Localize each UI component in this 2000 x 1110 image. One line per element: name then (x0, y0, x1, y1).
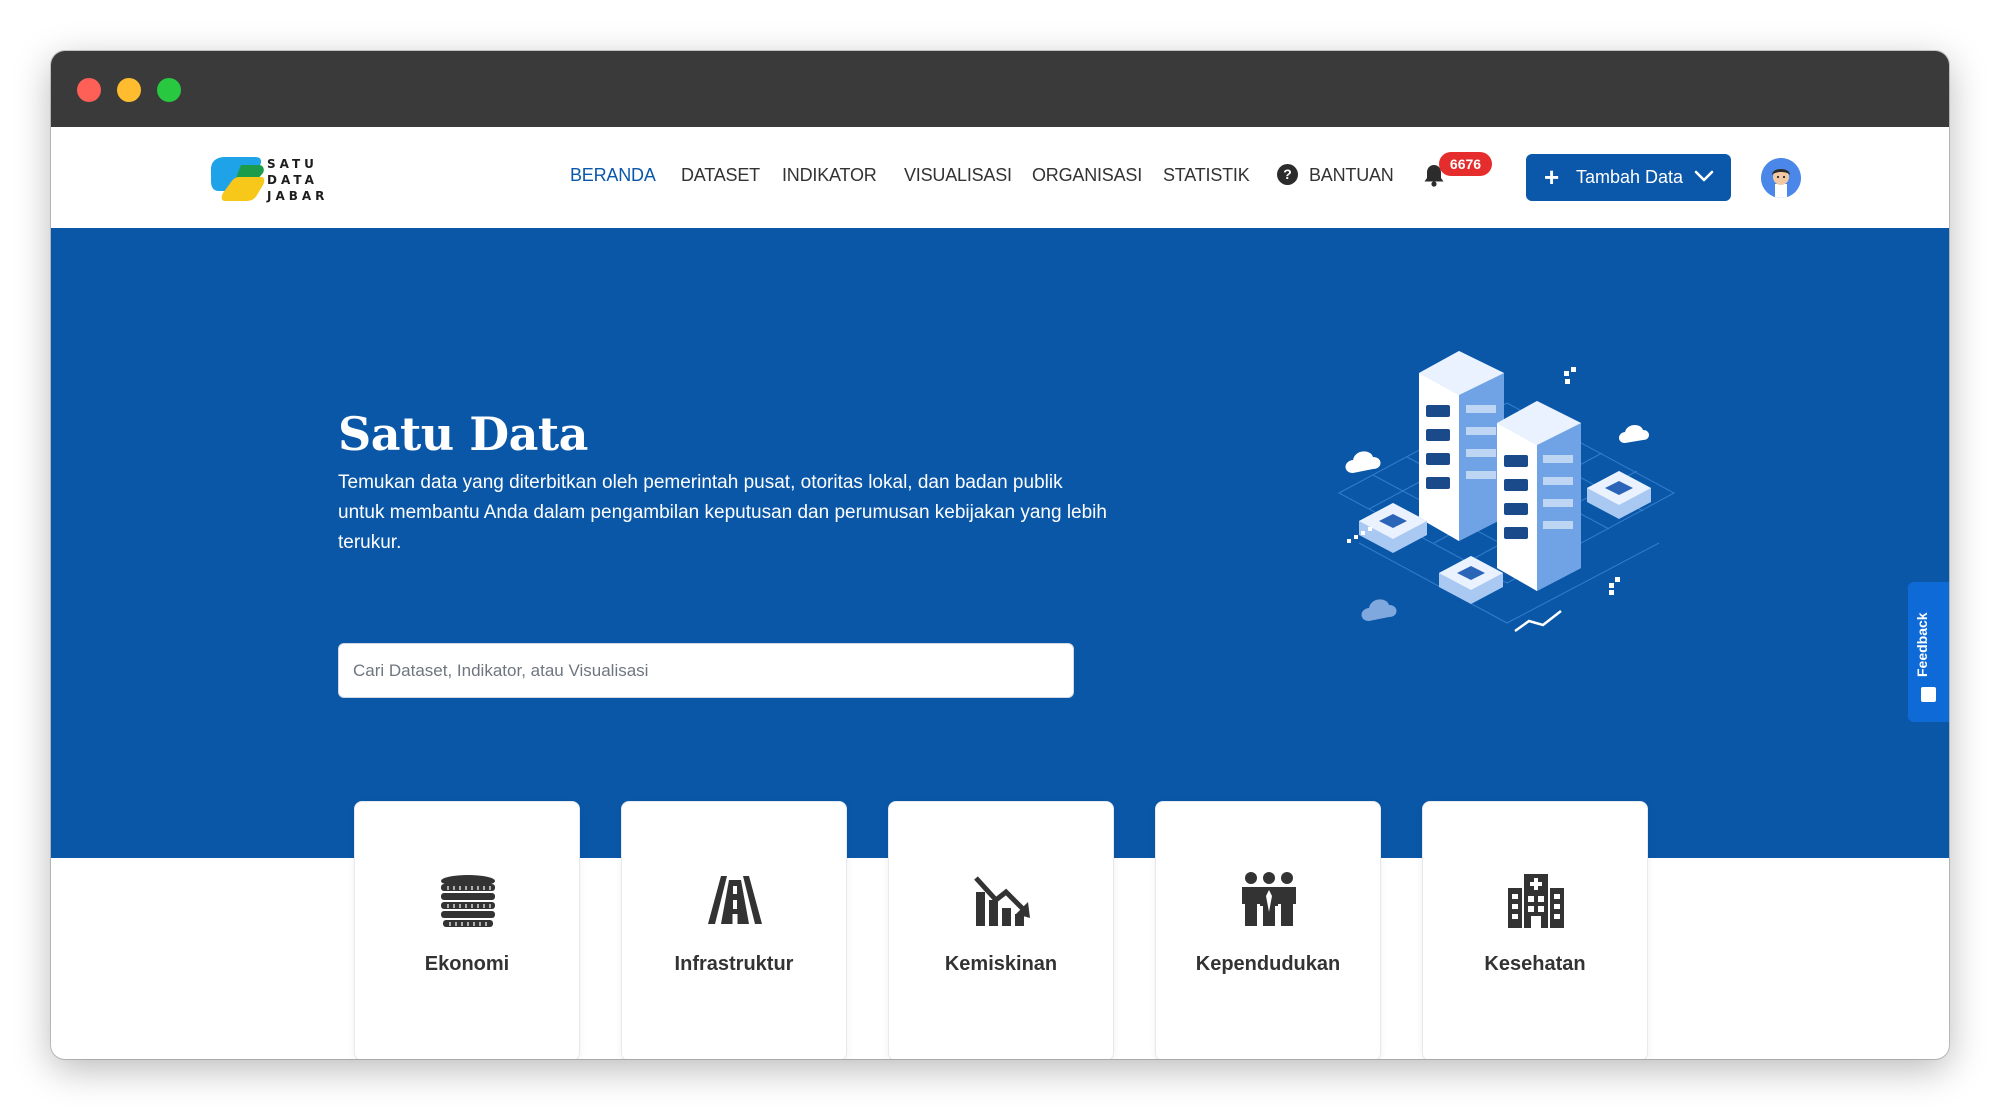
category-card-kependudukan[interactable]: Kependudukan (1155, 801, 1381, 1059)
category-label-kemiskinan: Kemiskinan (944, 953, 1058, 975)
chart-decline-icon (974, 876, 1030, 926)
category-card-infrastruktur[interactable]: Infrastruktur (621, 801, 847, 1059)
plus-icon: + (1544, 162, 1560, 192)
browser-window: SATU DATA JABAR BERANDA DATASET INDIKATO… (51, 51, 1949, 1059)
user-avatar[interactable] (1761, 158, 1801, 198)
hero-section: Satu Data Temukan data yang diterbitkan … (51, 228, 1949, 858)
category-label-kesehatan: Kesehatan (1484, 953, 1586, 975)
help-icon[interactable]: ? (1277, 164, 1298, 185)
people-icon (1242, 872, 1296, 926)
hero-title: Satu Data (338, 407, 588, 461)
feedback-icon (1921, 687, 1936, 702)
road-icon (708, 876, 762, 924)
nav-organisasi[interactable]: ORGANISASI (1032, 165, 1142, 186)
category-label-ekonomi: Ekonomi (424, 953, 510, 975)
data-center-illustration (1337, 351, 1676, 633)
nav-statistik[interactable]: STATISTIK (1163, 165, 1250, 186)
category-card-kesehatan[interactable]: Kesehatan (1422, 801, 1648, 1059)
tambah-data-label: Tambah Data (1576, 167, 1684, 187)
logo-line-data: DATA (267, 173, 318, 187)
nav-beranda[interactable]: BERANDA (570, 165, 656, 186)
feedback-label: Feedback (1914, 612, 1930, 677)
logo-wordmark: SATU DATA JABAR (267, 156, 328, 204)
category-label-infrastruktur: Infrastruktur (674, 953, 794, 975)
search-input[interactable] (338, 643, 1074, 698)
window-titlebar (51, 51, 1949, 127)
nav-bantuan[interactable]: BANTUAN (1309, 165, 1394, 186)
minimize-window-button[interactable] (117, 78, 141, 102)
nav-indikator[interactable]: INDIKATOR (782, 165, 877, 186)
coins-icon (441, 875, 495, 927)
hospital-icon (1508, 874, 1564, 928)
category-card-ekonomi[interactable]: Ekonomi (354, 801, 580, 1059)
logo-line-satu: SATU (267, 157, 318, 171)
maximize-window-button[interactable] (157, 78, 181, 102)
notification-count-badge: 6676 (1439, 152, 1492, 176)
close-window-button[interactable] (77, 78, 101, 102)
category-card-kemiskinan[interactable]: Kemiskinan (888, 801, 1114, 1059)
hero-description: Temukan data yang diterbitkan oleh pemer… (338, 472, 1107, 553)
tambah-data-button[interactable]: + Tambah Data (1526, 154, 1731, 201)
category-label-kependudukan: Kependudukan (1195, 953, 1341, 975)
top-navbar: SATU DATA JABAR BERANDA DATASET INDIKATO… (51, 127, 1949, 228)
nav-visualisasi[interactable]: VISUALISASI (904, 165, 1012, 186)
chevron-down-icon (1694, 170, 1714, 182)
logo-line-jabar: JABAR (267, 189, 329, 203)
screenshot-stage: SATU DATA JABAR BERANDA DATASET INDIKATO… (0, 0, 2000, 1110)
nav-dataset[interactable]: DATASET (681, 165, 760, 186)
feedback-tab[interactable]: Feedback (1908, 582, 1949, 722)
